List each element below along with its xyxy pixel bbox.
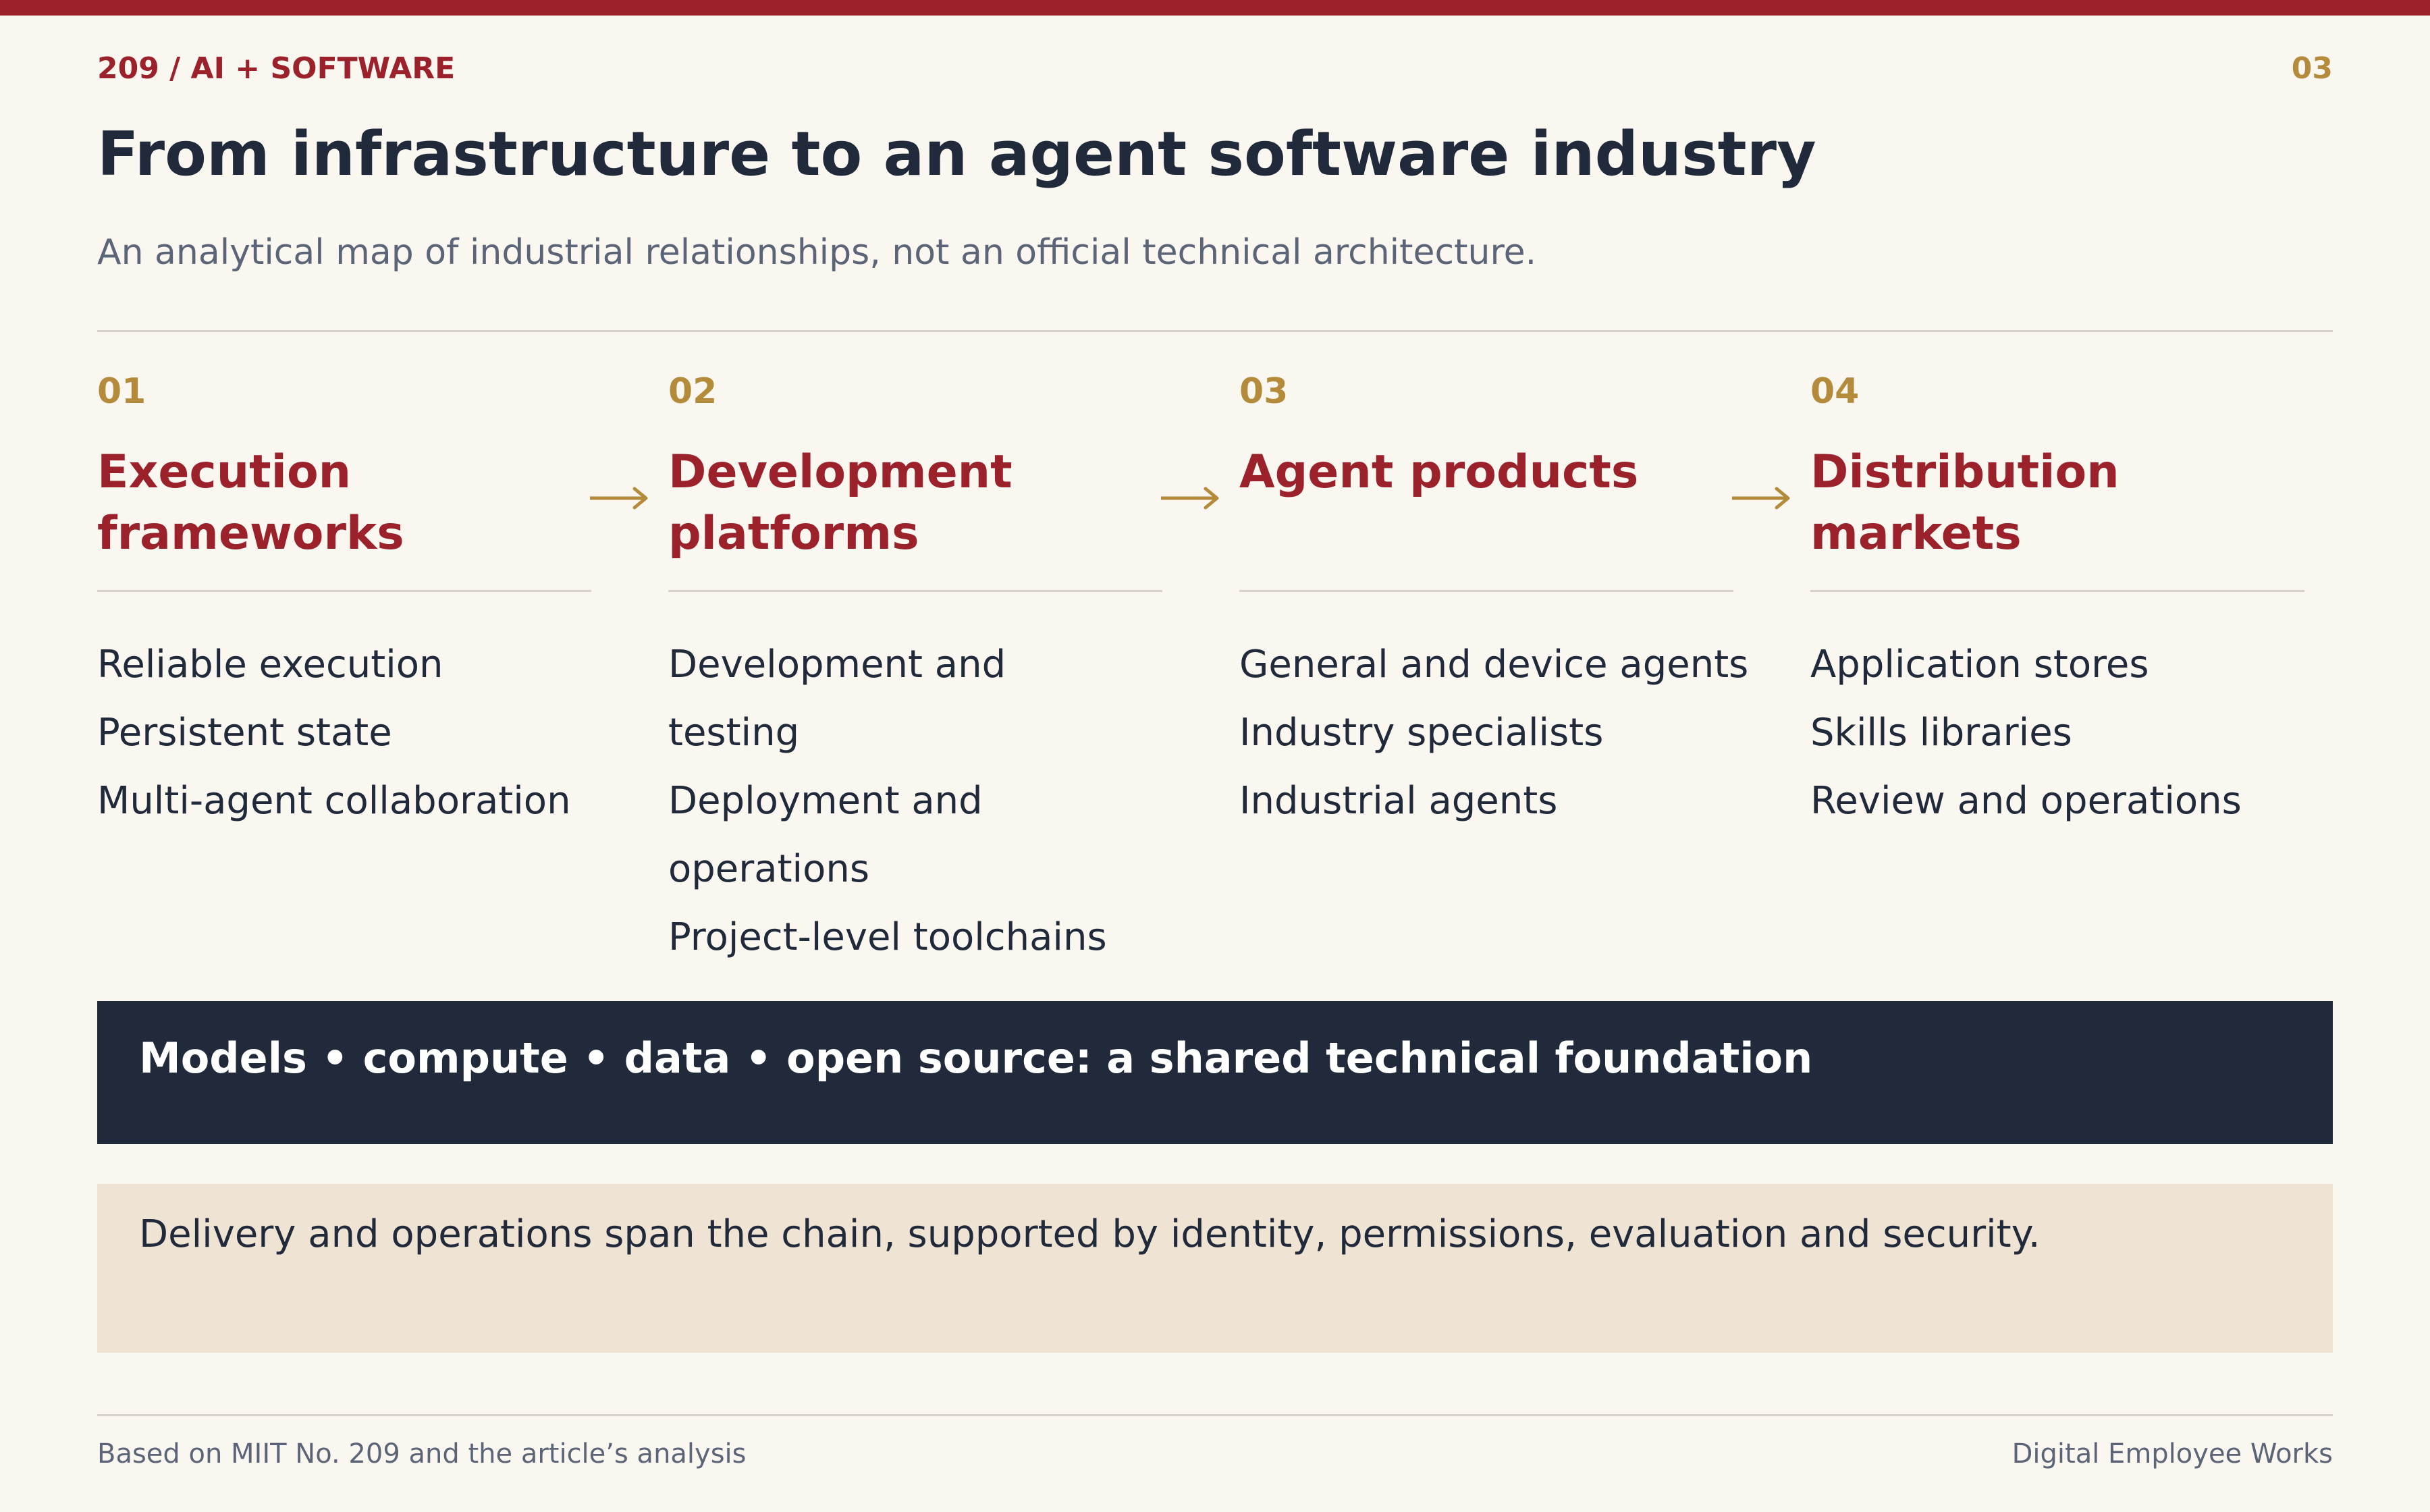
stage-divider xyxy=(1239,590,1733,592)
stage-item-list: General and device agents Industry speci… xyxy=(1239,630,1766,835)
list-item: Deployment and operations xyxy=(668,779,983,891)
stage-item-list: Reliable execution Persistent state Mult… xyxy=(97,630,624,835)
stage-divider xyxy=(97,590,591,592)
note-text: Delivery and operations span the chain, … xyxy=(139,1212,2041,1256)
footer-source: Based on MIIT No. 209 and the article’s … xyxy=(97,1438,747,1469)
page-title: From infrastructure to an agent software… xyxy=(97,119,1816,190)
foundation-banner: Models • compute • data • open source: a… xyxy=(97,1001,2333,1144)
stage-item-list: Application stores Skills libraries Revi… xyxy=(1810,630,2323,835)
list-item: Development and testing xyxy=(668,643,1006,755)
list-item: Application stores xyxy=(1810,643,2149,686)
stage-number: 03 xyxy=(1239,371,1289,412)
header-divider xyxy=(97,330,2333,332)
stage-distribution-markets: 04 Distribution markets Application stor… xyxy=(1810,370,2323,823)
stage-title: Agent products xyxy=(1239,446,1639,499)
right-arrow-icon xyxy=(1161,487,1219,510)
section-kicker: 209 / AI + SOFTWARE xyxy=(97,51,456,86)
footer-brand: Digital Employee Works xyxy=(2012,1438,2333,1469)
list-item: Multi-agent collaboration xyxy=(97,779,571,823)
stage-title: Distribution markets xyxy=(1810,446,2120,560)
stage-title: Execution frameworks xyxy=(97,446,404,560)
top-accent-bar xyxy=(0,0,2430,16)
list-item: Review and operations xyxy=(1810,779,2242,823)
stage-execution-frameworks: 01 Execution frameworks Reliable executi… xyxy=(97,370,610,823)
list-item: Industrial agents xyxy=(1239,779,1558,823)
stage-item-list: Development and testing Deployment and o… xyxy=(668,630,1141,971)
stage-divider xyxy=(1810,590,2304,592)
list-item: Persistent state xyxy=(97,711,392,755)
cross-chain-note: Delivery and operations span the chain, … xyxy=(97,1184,2333,1353)
foundation-text: Models • compute • data • open source: a… xyxy=(139,1033,1813,1083)
stage-number: 01 xyxy=(97,371,146,412)
list-item: Industry specialists xyxy=(1239,711,1604,755)
stage-development-platforms: 02 Development platforms Development and… xyxy=(668,370,1181,959)
list-item: General and device agents xyxy=(1239,643,1749,686)
list-item: Reliable execution xyxy=(97,643,443,686)
page-number: 03 xyxy=(2291,51,2333,86)
page-subtitle: An analytical map of industrial relation… xyxy=(97,232,1537,273)
list-item: Skills libraries xyxy=(1810,711,2072,755)
stage-number: 02 xyxy=(668,371,718,412)
stage-divider xyxy=(668,590,1162,592)
list-item: Project-level toolchains xyxy=(668,915,1107,959)
stage-number: 04 xyxy=(1810,371,1860,412)
right-arrow-icon xyxy=(1732,487,1790,510)
right-arrow-icon xyxy=(590,487,648,510)
stage-agent-products: 03 Agent products General and device age… xyxy=(1239,370,1752,823)
footer-divider xyxy=(97,1414,2333,1416)
stage-title: Development platforms xyxy=(668,446,1013,560)
